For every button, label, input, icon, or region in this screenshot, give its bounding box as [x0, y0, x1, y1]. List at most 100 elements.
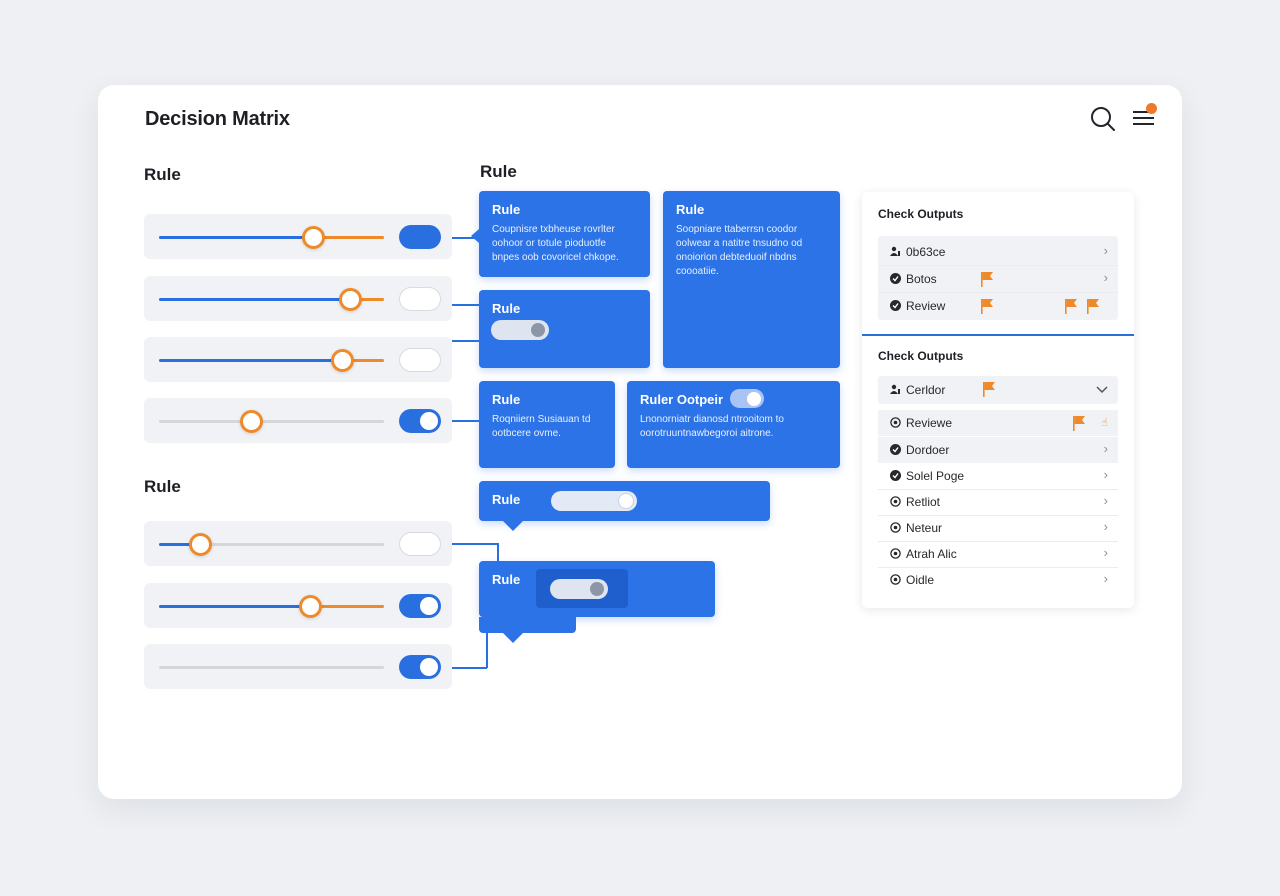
toggle-switch[interactable]: [399, 409, 441, 433]
card-body: Soopniare ttaberrsn coodor oolwear a nat…: [676, 224, 803, 277]
toggle-switch[interactable]: [399, 655, 441, 679]
output-row[interactable]: Review: [878, 293, 1118, 319]
connector-line: [452, 667, 487, 669]
output-toggle[interactable]: [730, 389, 764, 408]
circle-check-icon: [890, 470, 901, 481]
output-row[interactable]: Solel Poge ›: [878, 463, 1118, 489]
circle-icon: [890, 417, 901, 428]
card-body: Lnonorniatr dianosd ntrooitom to oorotru…: [640, 414, 784, 439]
chevron-right-icon: ›: [1103, 467, 1108, 482]
rule-toggle[interactable]: [491, 320, 549, 340]
output-row[interactable]: Neteur ›: [878, 515, 1118, 541]
chevron-right-icon: ›: [1103, 493, 1108, 508]
slider-track[interactable]: [159, 236, 384, 239]
slider-knob[interactable]: [302, 226, 325, 249]
connector-line: [452, 420, 479, 422]
card-title: Rule: [676, 202, 705, 217]
left-section-label-2: Rule: [144, 477, 181, 496]
slider-row-2: [144, 276, 452, 321]
flag-icon: [1087, 299, 1099, 314]
output-row[interactable]: Dordoer ›: [878, 437, 1118, 463]
output-row[interactable]: Botos ›: [878, 266, 1118, 292]
toggle-switch[interactable]: [399, 594, 441, 618]
card-title: Rule: [492, 492, 521, 507]
chevron-right-icon: ›: [1103, 270, 1108, 285]
chevron-right-icon: ›: [1103, 519, 1108, 534]
output-row[interactable]: Oidle ›: [878, 567, 1118, 593]
slider-knob[interactable]: [240, 410, 263, 433]
slider-knob[interactable]: [339, 288, 362, 311]
slider-row-5: [144, 521, 452, 566]
slider-knob[interactable]: [299, 595, 322, 618]
flag-icon: [981, 299, 993, 314]
rule-card-2[interactable]: Rule Soopniare ttaberrsn coodor oolwear …: [663, 191, 840, 368]
output-dropdown[interactable]: Cerldor: [878, 376, 1118, 404]
flag-icon: [1073, 416, 1085, 431]
slider-knob[interactable]: [331, 349, 354, 372]
circle-icon: [890, 522, 901, 533]
rule-card-4[interactable]: Rule Roqniiern Susiauan td ootbcere ovme…: [479, 381, 615, 468]
connector-line: [452, 340, 479, 342]
chevron-right-icon: ›: [1103, 441, 1108, 456]
card-body: Roqniiern Susiauan td ootbcere ovme.: [492, 414, 591, 439]
output-row[interactable]: Atrah Alic ›: [878, 541, 1118, 567]
toggle-switch[interactable]: [399, 532, 441, 556]
rule-card-1[interactable]: Rule Coupnisre txbheuse rovrlter oohoor …: [471, 191, 650, 277]
chevron-down-icon: [1096, 386, 1108, 394]
slider-track[interactable]: [159, 605, 384, 608]
rule-card-6[interactable]: Rule: [479, 481, 770, 531]
slider-row-4: [144, 398, 452, 443]
circle-icon: [890, 496, 901, 507]
toggle-switch[interactable]: [399, 287, 441, 311]
output-row[interactable]: Reviewe ☝: [878, 410, 1118, 436]
panel-divider: [862, 334, 1134, 336]
circle-check-icon: [890, 444, 901, 455]
slider-track[interactable]: [159, 666, 384, 669]
card-title: Rule: [492, 202, 521, 217]
rule-output-card[interactable]: Ruler Ootpeir Lnonorniatr dianosd ntrooi…: [627, 381, 840, 468]
chevron-right-icon: ›: [1103, 571, 1108, 586]
card-body: Coupnisre txbheuse rovrlter oohoor or to…: [492, 224, 619, 263]
users-icon: [890, 384, 900, 394]
slider-knob[interactable]: [189, 533, 212, 556]
card-title: Rule: [492, 301, 521, 316]
toggle-container: [536, 569, 628, 608]
circle-icon: [890, 574, 901, 585]
slider-row-6: [144, 583, 452, 628]
card-title: Rule: [492, 392, 521, 407]
toggle-switch[interactable]: [399, 225, 441, 249]
search-icon[interactable]: [1090, 106, 1116, 132]
chevron-right-icon: ›: [1103, 545, 1108, 560]
rule-toggle[interactable]: [551, 491, 637, 511]
check-outputs-panel: Check Outputs 0b63ce › Botos › Review Ch…: [862, 192, 1134, 608]
slider-row-7: [144, 644, 452, 689]
rule-card-3[interactable]: Rule: [479, 290, 650, 368]
connector-line: [452, 304, 479, 306]
slider-row-1: [144, 214, 452, 259]
rule-toggle[interactable]: [550, 579, 608, 599]
users-icon: [890, 246, 900, 256]
output-row[interactable]: Retliot ›: [878, 489, 1118, 515]
flag-icon: [1065, 299, 1077, 314]
slider-track[interactable]: [159, 420, 384, 423]
circle-icon: [890, 548, 901, 559]
flag-icon: [981, 272, 993, 287]
left-section-label-1: Rule: [144, 165, 181, 184]
toggle-switch[interactable]: [399, 348, 441, 372]
circle-check-icon: [890, 300, 901, 311]
output-row[interactable]: 0b63ce ›: [878, 239, 1118, 265]
connector-line: [486, 630, 488, 668]
panel-title: Check Outputs: [878, 349, 964, 363]
card-title: Rule: [492, 572, 521, 587]
connector-line: [452, 543, 498, 545]
thumb-icon: ☝: [1101, 417, 1108, 429]
notification-dot: [1146, 103, 1157, 114]
chevron-right-icon: ›: [1103, 243, 1108, 258]
card-title: Ruler Ootpeir: [640, 392, 724, 407]
slider-row-3: [144, 337, 452, 382]
circle-check-icon: [890, 273, 901, 284]
panel-title: Check Outputs: [878, 207, 964, 221]
rule-card-7[interactable]: Rule: [479, 561, 715, 643]
page-title: Decision Matrix: [145, 108, 290, 130]
middle-section-label: Rule: [480, 162, 517, 181]
